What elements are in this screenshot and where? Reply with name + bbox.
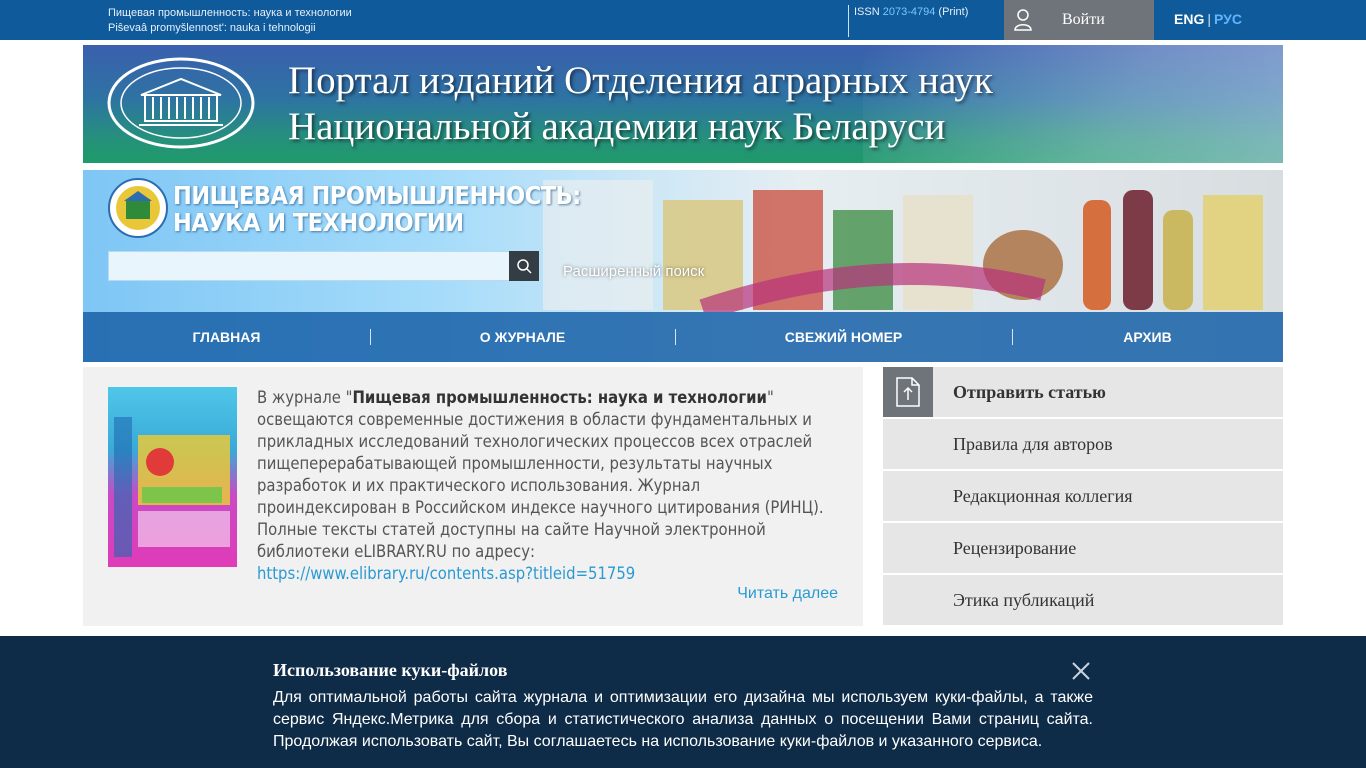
issn-info: ISSN 2073-4794 (Print) bbox=[848, 5, 968, 37]
search-input[interactable] bbox=[108, 251, 510, 281]
journal-name-line2: НАУКА И ТЕХНОЛОГИИ bbox=[173, 208, 464, 237]
about-journal-text: В журнале "Пищевая промышленность: наука… bbox=[257, 387, 833, 585]
sidebar-item-editorial-board[interactable]: Редакционная коллегия bbox=[883, 471, 1283, 521]
sidebar-icon-box bbox=[883, 367, 933, 417]
user-icon bbox=[1014, 9, 1032, 31]
nav-item-archive[interactable]: АРХИВ bbox=[1012, 312, 1283, 362]
portal-title-line1: Портал изданий Отделения аграрных наук bbox=[288, 59, 993, 102]
portal-title-line2: Национальной академии наук Беларуси bbox=[288, 105, 946, 148]
journal-cover-image[interactable] bbox=[108, 387, 237, 567]
journal-name-line1: ПИЩЕВАЯ ПРОМЫШЛЕННОСТЬ: bbox=[173, 181, 581, 210]
nav-item-about[interactable]: О ЖУРНАЛЕ bbox=[370, 312, 675, 362]
read-more-link[interactable]: Читать далее bbox=[737, 585, 838, 603]
journal-title-translit: Piŝevaâ promyšlennost': nauka i tehnolog… bbox=[108, 22, 316, 34]
cookie-title: Использование куки-файлов bbox=[273, 660, 508, 680]
about-text-after: " освещаются современные достижения в об… bbox=[257, 388, 824, 561]
sidebar-menu: Отправить статью Правила для авторов Ред… bbox=[883, 367, 1283, 627]
advanced-search-link[interactable]: Расширенный поиск bbox=[563, 263, 704, 280]
about-text-before: В журнале " bbox=[257, 388, 353, 407]
sidebar-item-label: Этика публикаций bbox=[953, 589, 1095, 610]
portal-title: Портал изданий Отделения аграрных наук Н… bbox=[288, 58, 993, 150]
portal-banner[interactable]: Портал изданий Отделения аграрных наук Н… bbox=[83, 45, 1283, 163]
sidebar-item-label: Отправить статью bbox=[953, 381, 1106, 402]
upload-document-icon bbox=[896, 377, 920, 407]
login-button[interactable]: Войти bbox=[1004, 0, 1154, 40]
login-label: Войти bbox=[1062, 11, 1105, 28]
cookie-banner: Использование куки-файлов Для оптимально… bbox=[0, 636, 1366, 768]
journal-logo-icon bbox=[108, 178, 168, 238]
language-switcher: ENG | РУС bbox=[1174, 11, 1242, 27]
journal-title-ru: Пищевая промышленность: наука и технолог… bbox=[108, 7, 352, 19]
about-journal-name: Пищевая промышленность: наука и технолог… bbox=[352, 388, 767, 407]
close-icon[interactable] bbox=[1071, 661, 1091, 681]
academy-emblem-icon bbox=[107, 57, 255, 149]
journal-name[interactable]: ПИЩЕВАЯ ПРОМЫШЛЕННОСТЬ: НАУКА И ТЕХНОЛОГ… bbox=[173, 182, 581, 236]
journal-title-header[interactable]: Пищевая промышленность: наука и технолог… bbox=[108, 6, 352, 36]
food-products-banner-image bbox=[543, 180, 1263, 312]
lang-rus-link[interactable]: РУС bbox=[1214, 11, 1242, 27]
lang-separator: | bbox=[1207, 11, 1211, 27]
journal-banner: ПИЩЕВАЯ ПРОМЫШЛЕННОСТЬ: НАУКА И ТЕХНОЛОГ… bbox=[83, 170, 1283, 362]
sidebar-item-author-guidelines[interactable]: Правила для авторов bbox=[883, 419, 1283, 469]
sidebar-item-label: Правила для авторов bbox=[953, 433, 1113, 454]
search-button[interactable] bbox=[509, 251, 539, 281]
lang-eng-link[interactable]: ENG bbox=[1174, 11, 1204, 27]
search-icon bbox=[517, 259, 532, 274]
main-nav: ГЛАВНАЯ О ЖУРНАЛЕ СВЕЖИЙ НОМЕР АРХИВ bbox=[83, 312, 1283, 362]
nav-item-current-issue[interactable]: СВЕЖИЙ НОМЕР bbox=[675, 312, 1012, 362]
cookie-text: Для оптимальной работы сайта журнала и о… bbox=[273, 689, 1093, 750]
elibrary-link[interactable]: https://www.elibrary.ru/contents.asp?tit… bbox=[257, 564, 635, 583]
issn-number-link[interactable]: 2073-4794 bbox=[883, 6, 936, 18]
issn-label: ISSN bbox=[854, 6, 880, 18]
sidebar-item-publication-ethics[interactable]: Этика публикаций bbox=[883, 575, 1283, 625]
sidebar-item-peer-review[interactable]: Рецензирование bbox=[883, 523, 1283, 573]
sidebar-item-submit-article[interactable]: Отправить статью bbox=[883, 367, 1283, 417]
sidebar-item-label: Редакционная коллегия bbox=[953, 485, 1133, 506]
nav-item-home[interactable]: ГЛАВНАЯ bbox=[83, 312, 370, 362]
sidebar-item-label: Рецензирование bbox=[953, 537, 1077, 558]
top-bar: Пищевая промышленность: наука и технолог… bbox=[0, 0, 1366, 40]
about-journal-panel: В журнале "Пищевая промышленность: наука… bbox=[83, 367, 863, 626]
issn-type: (Print) bbox=[938, 6, 969, 18]
